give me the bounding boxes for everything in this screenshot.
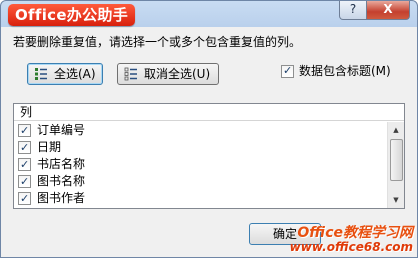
office-logo: Office办公助手 (8, 4, 136, 26)
scroll-down-icon[interactable]: ▼ (388, 192, 404, 208)
list-column-header: 列 (14, 104, 404, 121)
scroll-up-icon[interactable]: ▲ (388, 122, 404, 138)
close-button[interactable]: X (366, 1, 410, 20)
title-bar: Office办公助手 ? X (1, 1, 417, 27)
has-headers-label: 数据包含标题(M) (299, 64, 391, 78)
list-item-checkbox[interactable] (18, 190, 31, 207)
list-item-label: 图书名称 (37, 174, 86, 188)
watermark: Office教程学习网 www.office68.com (283, 221, 417, 257)
watermark-url: www.office68.com (289, 240, 413, 254)
scrollbar-thumb[interactable] (390, 139, 403, 181)
list-item-label: 订单编号 (37, 123, 86, 137)
list-item-label: 书店名称 (37, 157, 86, 171)
list-item[interactable]: 图书名称 (14, 173, 386, 190)
instruction-text: 若要删除重复值，请选择一个或多个包含重复值的列。 (13, 35, 302, 49)
list-item[interactable]: 订单编号 (14, 122, 386, 139)
list-item-label: 图书作者 (37, 191, 86, 205)
select-all-label: 全选(A) (54, 67, 96, 81)
list-item-checkbox[interactable] (18, 139, 31, 156)
close-icon: X (383, 2, 393, 16)
vertical-scrollbar[interactable]: ▲ ▼ (387, 122, 404, 208)
help-icon: ? (349, 2, 357, 16)
watermark-title: Office教程学习网 (297, 225, 413, 241)
remove-duplicates-dialog: Office办公助手 ? X 若要删除重复值，请选择一个或多个包含重复值的列。 … (0, 0, 418, 258)
unselect-all-button[interactable]: 取消全选(U) (117, 63, 219, 85)
unselect-all-label: 取消全选(U) (144, 67, 211, 81)
list-item-checkbox[interactable] (18, 156, 31, 173)
list-item-label: 日期 (37, 140, 62, 154)
list-item[interactable]: 书店名称 (14, 156, 386, 173)
unselect-all-icon (124, 67, 137, 81)
has-headers-check-box[interactable] (281, 63, 294, 79)
select-all-icon (35, 68, 47, 80)
columns-list: 列 订单编号 日期 书店名称 图书名称 图书作者 ▲ ▼ (13, 103, 405, 209)
list-item-checkbox[interactable] (18, 173, 31, 190)
list-item-checkbox[interactable] (18, 122, 31, 139)
help-button[interactable]: ? (339, 1, 367, 20)
select-all-button[interactable]: 全选(A) (27, 63, 103, 85)
list-item[interactable]: 图书作者 (14, 190, 386, 207)
list-item[interactable]: 日期 (14, 139, 386, 156)
has-headers-checkbox[interactable]: 数据包含标题(M) (281, 63, 391, 79)
